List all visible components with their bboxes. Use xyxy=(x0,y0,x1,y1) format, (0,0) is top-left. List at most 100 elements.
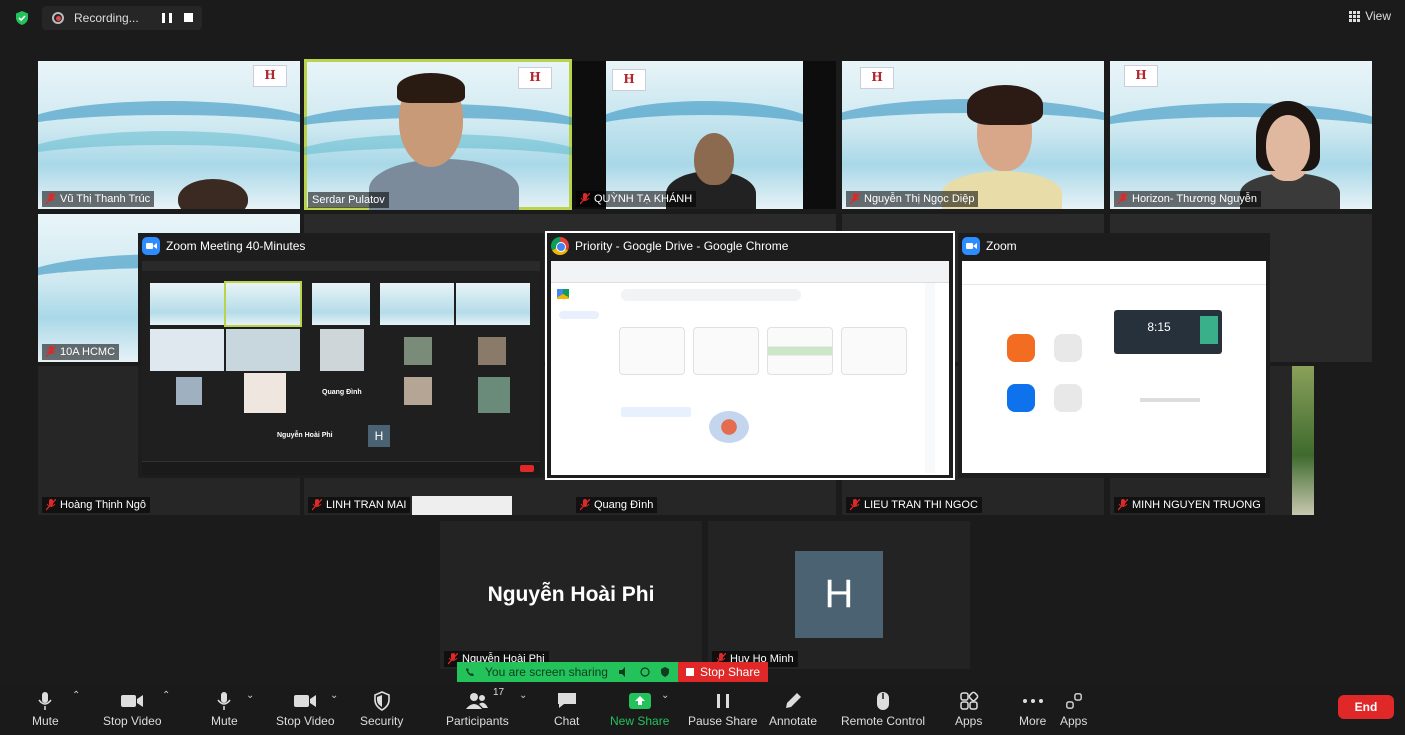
pause-share-button[interactable]: Pause Share xyxy=(688,688,757,728)
participant-name-tag: 10A HCMC xyxy=(42,344,120,360)
shared-window-zoom-client[interactable]: Zoom 8:15 xyxy=(958,233,1270,478)
participant-name-tag: LINH TRAN MAI xyxy=(308,497,411,513)
recording-indicator: Recording... xyxy=(42,6,202,30)
apps-label: Apps xyxy=(955,714,983,728)
video-tile[interactable]: Horizon- Thương Nguyễn xyxy=(1110,61,1372,209)
top-bar: Recording... View xyxy=(0,0,1405,36)
participant-name-tag: Vũ Thị Thanh Trúc xyxy=(42,191,155,207)
pause-recording-icon[interactable] xyxy=(162,13,172,23)
stop-video-button-secondary[interactable]: Stop Video xyxy=(276,688,335,728)
video-tile[interactable]: H Huy Ho Minh xyxy=(708,521,970,669)
pause-share-label: Pause Share xyxy=(688,714,758,728)
chevron-up-icon[interactable]: ⌃ xyxy=(162,690,170,701)
horizon-logo xyxy=(1124,65,1158,87)
window-title-bar: Zoom Meeting 40-Minutes xyxy=(138,233,305,259)
stop-video-label: Stop Video xyxy=(276,714,335,728)
participants-icon xyxy=(466,693,489,709)
active-speaker-tile[interactable]: Serdar Pulatov xyxy=(304,59,572,210)
shared-window-zoom-meeting[interactable]: Zoom Meeting 40-Minutes Quang Đình Nguyễ… xyxy=(138,233,544,478)
speaker-icon[interactable] xyxy=(618,667,630,677)
video-camera-icon xyxy=(294,695,317,707)
shield-check-icon xyxy=(660,667,669,677)
mute-button-secondary[interactable]: Mute xyxy=(211,688,238,728)
muted-mic-icon xyxy=(46,346,56,358)
zoom-app-icon xyxy=(142,237,160,255)
apps-button-overlap[interactable]: Apps xyxy=(1060,688,1087,728)
new-share-label: New Share xyxy=(610,714,670,728)
participants-label: Participants xyxy=(446,714,509,728)
pause-icon xyxy=(716,694,729,708)
horizon-logo xyxy=(253,65,287,87)
chat-label: Chat xyxy=(554,714,580,728)
participant-name-tag: LIEU TRAN THI NGOC xyxy=(846,497,982,513)
stop-recording-icon[interactable] xyxy=(184,13,193,22)
participant-name-tag: QUỲNH TẠ KHÁNH xyxy=(576,191,697,207)
inner-participant-name: Quang Đình xyxy=(322,389,362,396)
inner-avatar: H xyxy=(368,425,390,447)
participant-count-badge: 17 xyxy=(493,687,505,698)
mute-label: Mute xyxy=(211,714,238,728)
stop-icon xyxy=(685,668,694,676)
chevron-down-icon[interactable]: ⌄ xyxy=(330,690,338,701)
apps-label: Apps xyxy=(1060,714,1088,728)
security-button[interactable]: Security xyxy=(360,688,403,728)
muted-mic-icon xyxy=(580,499,590,511)
stop-video-label: Stop Video xyxy=(103,714,162,728)
horizon-logo xyxy=(518,67,552,89)
participant-name-tag: Hoàng Thịnh Ngô xyxy=(42,497,151,513)
stop-share-label: Stop Share xyxy=(699,665,761,679)
inner-participant-name: Nguyễn Hoài Phi xyxy=(277,432,333,439)
shared-window-chrome[interactable]: Priority - Google Drive - Google Chrome xyxy=(545,231,955,480)
more-button[interactable]: More xyxy=(1019,688,1046,728)
chevron-down-icon[interactable]: ⌄ xyxy=(246,690,254,701)
apps-button[interactable]: Apps xyxy=(955,688,982,728)
microphone-icon xyxy=(217,692,231,710)
muted-mic-icon xyxy=(46,499,56,511)
video-tile[interactable]: Nguyễn Thị Ngọc Diệp xyxy=(842,61,1104,209)
clock-card: 8:15 xyxy=(1114,310,1222,354)
apps-icon xyxy=(1065,693,1082,709)
muted-mic-icon xyxy=(1118,193,1128,205)
zoom-meeting-window: Recording... View Vũ Thị Thanh Trúc Serd… xyxy=(0,0,1405,735)
window-title-bar: Priority - Google Drive - Google Chrome xyxy=(547,233,788,259)
participant-name-tag: Horizon- Thương Nguyễn xyxy=(1114,191,1262,207)
shield-icon xyxy=(373,691,390,711)
stop-video-button[interactable]: Stop Video xyxy=(103,688,162,728)
participant-name-tag: Nguyễn Thị Ngọc Diệp xyxy=(846,191,979,207)
video-tile[interactable]: Nguyễn Hoài Phi Nguyễn Hoài Phi xyxy=(440,521,702,669)
remote-control-button[interactable]: Remote Control xyxy=(841,688,925,728)
pencil-icon xyxy=(786,693,802,708)
muted-mic-icon xyxy=(850,193,860,205)
participant-name-tag: MINH NGUYEN TRUONG xyxy=(1114,497,1265,513)
muted-mic-icon xyxy=(46,193,56,205)
screen-sharing-banner: You are screen sharing Stop Share xyxy=(457,662,769,682)
status-circle-icon xyxy=(640,667,650,677)
participant-name-tag: Serdar Pulatov xyxy=(308,192,389,208)
end-meeting-button[interactable]: End xyxy=(1338,695,1394,719)
chevron-down-icon[interactable]: ⌄ xyxy=(661,690,669,701)
video-tile[interactable]: QUỲNH TẠ KHÁNH xyxy=(572,61,836,209)
stop-share-button[interactable]: Stop Share xyxy=(677,662,769,682)
recording-icon xyxy=(52,12,64,24)
chevron-up-icon[interactable]: ⌃ xyxy=(72,690,80,701)
gallery-view-icon xyxy=(1349,10,1361,22)
participant-name-tag: Quang Đình xyxy=(576,497,658,513)
window-title-bar: Zoom xyxy=(958,233,1017,259)
encryption-shield-icon[interactable] xyxy=(14,10,30,26)
mute-button[interactable]: Mute xyxy=(32,688,59,728)
microphone-icon xyxy=(38,692,52,710)
avatar: H xyxy=(795,551,883,638)
annotate-button[interactable]: Annotate xyxy=(769,688,817,728)
muted-mic-icon xyxy=(580,193,590,205)
mouse-icon xyxy=(877,692,890,710)
remote-control-label: Remote Control xyxy=(841,714,926,728)
muted-mic-icon xyxy=(850,499,860,511)
chat-button[interactable]: Chat xyxy=(554,688,579,728)
video-camera-icon xyxy=(121,695,144,707)
share-screen-icon xyxy=(628,693,651,709)
chevron-down-icon[interactable]: ⌄ xyxy=(519,690,527,701)
video-tile[interactable]: Vũ Thị Thanh Trúc xyxy=(38,61,300,209)
view-button[interactable]: View xyxy=(1349,9,1391,23)
zoom-app-icon xyxy=(962,237,980,255)
meeting-toolbar: Mute ⌃ Stop Video ⌃ Mute ⌄ Stop Video ⌄ … xyxy=(0,684,1405,735)
